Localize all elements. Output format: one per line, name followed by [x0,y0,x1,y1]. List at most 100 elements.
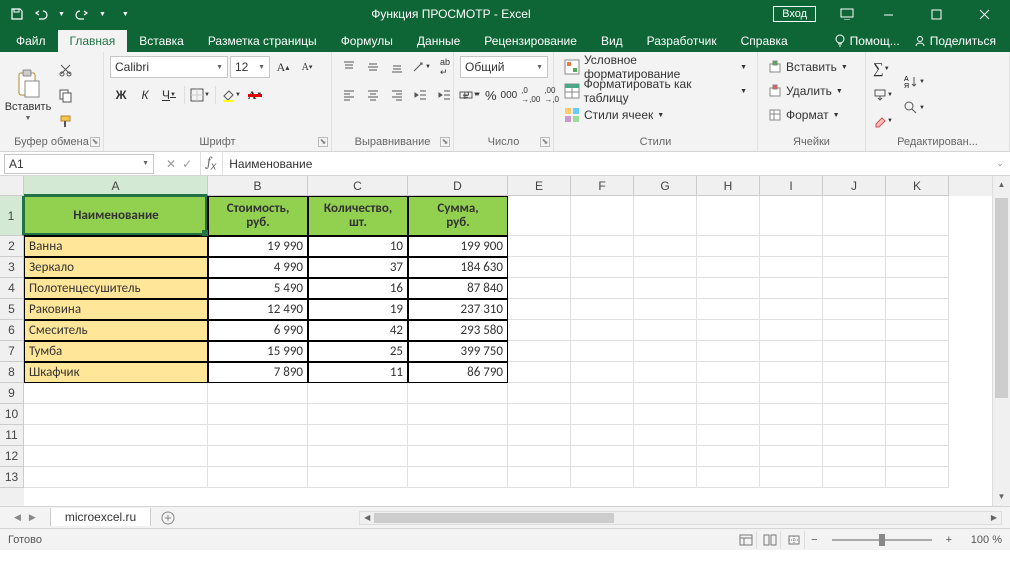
cell[interactable] [634,278,697,299]
cell[interactable] [571,404,634,425]
cell[interactable] [508,257,571,278]
tab-вид[interactable]: Вид [589,30,635,52]
cell[interactable]: 37 [308,257,408,278]
autosum-icon[interactable]: ∑▼ [872,58,891,80]
tell-me-button[interactable]: Помощ... [834,34,900,48]
row-header[interactable]: 5 [0,299,24,320]
cell[interactable] [634,257,697,278]
cell[interactable]: Раковина [24,299,208,320]
cell[interactable] [508,362,571,383]
zoom-percent[interactable]: 100 % [958,534,1002,546]
format-as-table-button[interactable]: Форматировать как таблицу▼ [560,80,751,102]
cell[interactable] [760,236,823,257]
tab-разработчик[interactable]: Разработчик [635,30,729,52]
tab-рецензирование[interactable]: Рецензирование [472,30,589,52]
font-name-combo[interactable]: Calibri▼ [110,56,228,78]
insert-cells-button[interactable]: Вставить▼ [764,56,852,78]
cell[interactable] [697,236,760,257]
cell[interactable] [24,383,208,404]
cell[interactable] [697,320,760,341]
cell[interactable] [697,257,760,278]
cell[interactable] [571,299,634,320]
cell[interactable] [408,383,508,404]
column-header[interactable]: F [571,176,634,196]
cell[interactable] [571,362,634,383]
cell[interactable] [508,341,571,362]
underline-button[interactable]: Ч▼ [158,84,180,106]
cell[interactable] [760,299,823,320]
cell[interactable] [886,320,949,341]
caret-down-icon[interactable]: ▼ [99,11,106,18]
redo-icon[interactable] [75,7,89,21]
cell[interactable] [571,446,634,467]
cell[interactable] [508,425,571,446]
name-box[interactable]: A1▼ [4,154,154,174]
fx-icon[interactable]: fx [201,155,222,173]
cell[interactable] [823,467,886,488]
wrap-text-icon[interactable]: ab↵ [434,56,456,78]
cell[interactable]: 25 [308,341,408,362]
scrollbar-thumb[interactable] [995,198,1008,398]
cells-area[interactable]: НаименованиеСтоимость,руб.Количество,шт.… [24,196,992,506]
row-header[interactable]: 11 [0,425,24,446]
dialog-launcher-icon[interactable]: ⬊ [318,137,328,147]
qat-customize-icon[interactable]: ▼ [122,11,129,18]
cell[interactable] [823,299,886,320]
expand-formula-bar-icon[interactable]: ⌄ [990,158,1010,169]
cell[interactable] [697,404,760,425]
column-header[interactable]: G [634,176,697,196]
cell[interactable] [571,278,634,299]
cell[interactable] [760,467,823,488]
cell[interactable] [24,404,208,425]
cell[interactable]: 5 490 [208,278,308,299]
cell[interactable]: 19 [308,299,408,320]
cell[interactable]: 293 580 [408,320,508,341]
align-bottom-icon[interactable] [386,56,408,78]
cell[interactable] [508,320,571,341]
slider-handle[interactable] [879,534,885,546]
cell[interactable] [634,299,697,320]
cell-styles-button[interactable]: Стили ячеек▼ [560,104,668,126]
cell[interactable] [24,425,208,446]
fill-icon[interactable]: ▼ [872,84,894,106]
cell[interactable] [571,425,634,446]
cell[interactable] [634,404,697,425]
cell[interactable] [408,425,508,446]
cell[interactable] [508,299,571,320]
cell[interactable] [508,467,571,488]
format-painter-icon[interactable] [54,110,76,132]
cell[interactable] [634,467,697,488]
cell[interactable]: 16 [308,278,408,299]
column-header[interactable]: H [697,176,760,196]
cell[interactable] [760,341,823,362]
ribbon-options-icon[interactable] [832,0,862,28]
scrollbar-thumb[interactable] [374,513,614,523]
orientation-icon[interactable]: ▼ [410,56,432,78]
cell[interactable] [634,383,697,404]
cell[interactable] [24,446,208,467]
cell[interactable] [634,320,697,341]
row-header[interactable]: 3 [0,257,24,278]
cell[interactable] [508,446,571,467]
cell[interactable] [208,446,308,467]
cell[interactable]: Количество,шт. [308,196,408,236]
cell[interactable]: 184 630 [408,257,508,278]
cell[interactable] [823,320,886,341]
cell[interactable] [697,278,760,299]
paste-button[interactable]: Вставить ▼ [6,62,50,128]
fill-color-icon[interactable]: ▼ [220,84,242,106]
cell[interactable] [571,320,634,341]
cell[interactable] [408,467,508,488]
cell[interactable] [886,404,949,425]
cell[interactable] [508,383,571,404]
row-header[interactable]: 7 [0,341,24,362]
sheet-tab-active[interactable]: microexcel.ru [50,508,151,526]
sort-filter-icon[interactable]: AЯ▼ [902,71,926,93]
maximize-button[interactable] [914,0,958,28]
percent-icon[interactable]: % [484,84,498,106]
column-header[interactable]: E [508,176,571,196]
increase-indent-icon[interactable] [434,84,456,106]
cell[interactable] [823,362,886,383]
cell[interactable] [823,341,886,362]
cell[interactable] [208,425,308,446]
